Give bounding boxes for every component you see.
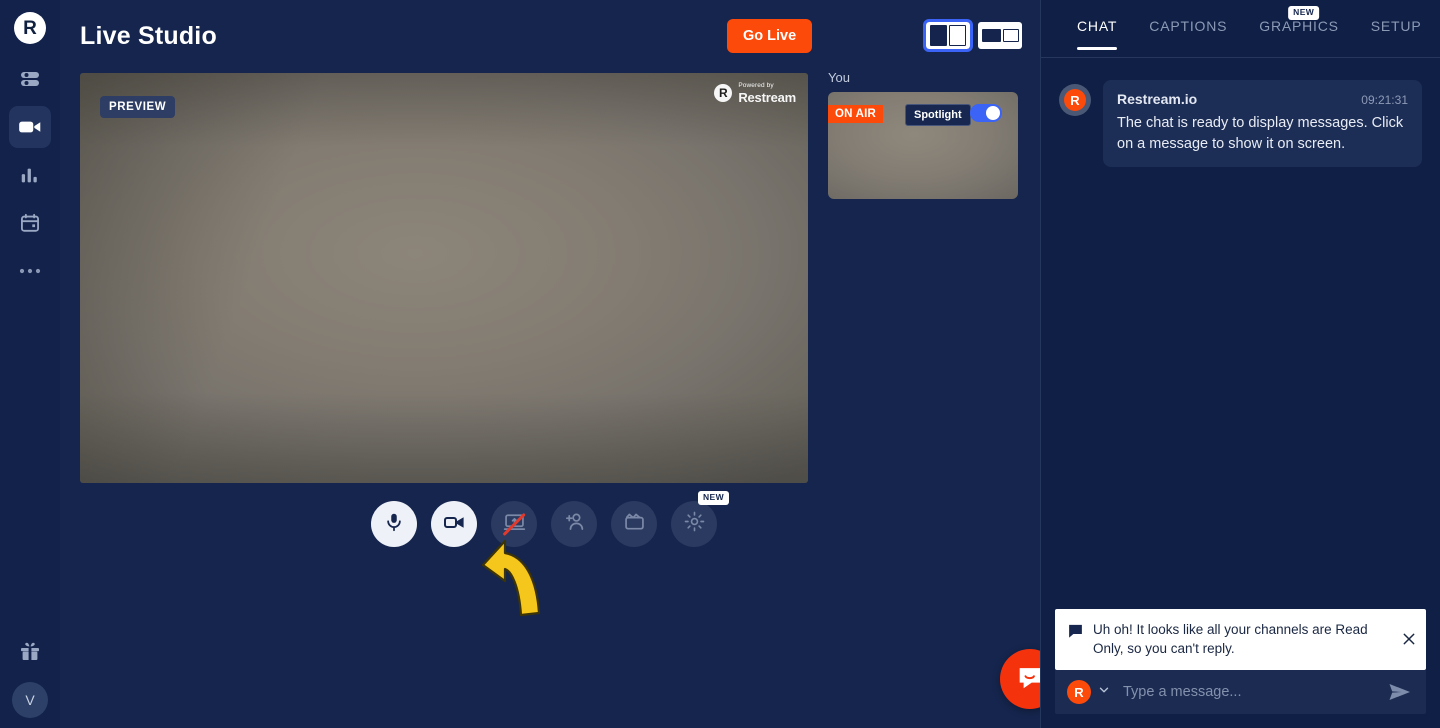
avatar: R	[1059, 84, 1091, 116]
chat-message-timestamp: 09:21:31	[1361, 93, 1408, 107]
chat-footer: Uh oh! It looks like all your channels a…	[1041, 608, 1440, 728]
camera-toggle[interactable]	[431, 501, 477, 547]
chevron-down-icon[interactable]	[1097, 683, 1111, 702]
go-live-wrapper: Go Live	[727, 19, 813, 53]
new-badge: NEW	[1288, 6, 1320, 20]
tab-graphics[interactable]: NEW GRAPHICS	[1243, 6, 1355, 50]
layout-toggle-group	[923, 19, 1022, 52]
settings-button[interactable]: NEW	[671, 491, 729, 547]
layout-split-left-pane	[930, 25, 947, 46]
chat-bubble-icon	[1067, 620, 1084, 644]
studio-controls: NEW	[60, 491, 1028, 547]
read-only-notice-text: Uh oh! It looks like all your channels a…	[1093, 621, 1368, 657]
sliders-icon	[18, 67, 42, 91]
send-icon[interactable]	[1386, 682, 1414, 702]
chat-message[interactable]: R Restream.io 09:21:31 The chat is ready…	[1059, 80, 1422, 168]
clapperboard-icon	[623, 510, 646, 538]
rail-items	[9, 58, 51, 292]
layout-split-right-pane	[949, 25, 966, 46]
chat-message-text: The chat is ready to display messages. C…	[1117, 115, 1404, 152]
tab-graphics-label: GRAPHICS	[1259, 18, 1339, 34]
chat-message-header: Restream.io 09:21:31	[1117, 91, 1408, 107]
screen-share-toggle[interactable]	[491, 501, 537, 547]
intercom-chat-icon	[1015, 662, 1040, 697]
sidebar-item-studio[interactable]	[9, 106, 51, 148]
user-avatar[interactable]: V	[12, 682, 48, 718]
microphone-icon	[383, 511, 405, 538]
sidebar-item-more[interactable]	[9, 250, 51, 292]
spotlight-toggle[interactable]	[970, 104, 1002, 122]
go-live-button[interactable]: Go Live	[727, 19, 813, 53]
left-nav-rail: R V	[0, 0, 60, 728]
page-title: Live Studio	[80, 21, 217, 50]
sidebar-item-scheduler[interactable]	[9, 202, 51, 244]
video-camera-icon	[442, 510, 466, 539]
composer-avatar[interactable]: R	[1067, 680, 1091, 704]
chat-composer: R	[1055, 670, 1426, 714]
ellipsis-icon	[18, 267, 42, 275]
read-only-notice: Uh oh! It looks like all your channels a…	[1055, 608, 1426, 670]
restream-mark-icon: R	[714, 84, 733, 103]
watermark-brand: Restream	[738, 89, 796, 105]
add-media-button[interactable]	[611, 501, 657, 547]
layout-picture-in-picture-button[interactable]	[978, 22, 1022, 49]
gift-icon	[18, 639, 42, 668]
spotlight-label: Spotlight	[905, 104, 971, 126]
bar-chart-icon	[19, 164, 41, 186]
layout-split-vertical-button[interactable]	[923, 19, 973, 52]
watermark-powered-by: Powered by	[738, 82, 774, 89]
participants-label: You	[828, 70, 850, 85]
sidebar-item-dashboard[interactable]	[9, 58, 51, 100]
gear-icon	[683, 510, 706, 538]
chat-panel: CHAT CAPTIONS NEW GRAPHICS SETUP R Restr…	[1040, 0, 1440, 728]
sidebar-item-rewards[interactable]	[9, 632, 51, 674]
message-input[interactable]	[1117, 680, 1380, 704]
on-air-badge: ON AIR	[828, 105, 884, 123]
new-badge: NEW	[697, 491, 729, 505]
live-studio-app: R V Live Studio Go Live PREVIEW R Powere…	[0, 0, 1440, 728]
restream-logo[interactable]: R	[14, 12, 46, 44]
close-icon[interactable]	[1401, 631, 1417, 647]
video-preview[interactable]: PREVIEW R Powered by Restream	[80, 73, 808, 483]
restream-watermark: R Powered by Restream	[714, 82, 796, 105]
watermark-text: Powered by Restream	[738, 82, 796, 105]
studio-header: Live Studio Go Live	[60, 0, 1040, 72]
participants-column: You ON AIR Spotlight	[828, 70, 1020, 199]
tab-captions[interactable]: CAPTIONS	[1133, 18, 1243, 50]
avatar-initial: R	[1064, 89, 1086, 111]
rail-bottom: V	[9, 632, 51, 728]
participant-tile-you[interactable]: ON AIR Spotlight	[828, 92, 1018, 199]
chat-tabs: CHAT CAPTIONS NEW GRAPHICS SETUP	[1041, 0, 1440, 58]
spotlight-toggle-knob	[986, 106, 1000, 120]
sidebar-item-analytics[interactable]	[9, 154, 51, 196]
support-chat-launcher[interactable]	[1000, 649, 1040, 709]
tab-chat[interactable]: CHAT	[1061, 18, 1133, 50]
chat-message-author: Restream.io	[1117, 91, 1198, 107]
calendar-icon	[19, 212, 41, 234]
layout-pip-main-pane	[981, 29, 1001, 42]
layout-pip-side-pane	[1002, 29, 1019, 42]
preview-badge: PREVIEW	[100, 96, 176, 118]
add-person-icon	[563, 510, 586, 538]
tab-setup[interactable]: SETUP	[1355, 18, 1438, 50]
invite-guest-button[interactable]	[551, 501, 597, 547]
chat-message-list: R Restream.io 09:21:31 The chat is ready…	[1041, 58, 1440, 609]
chat-message-bubble[interactable]: Restream.io 09:21:31 The chat is ready t…	[1103, 80, 1422, 168]
video-camera-icon	[17, 114, 43, 140]
studio-area: Live Studio Go Live PREVIEW R Powered by…	[60, 0, 1040, 728]
microphone-toggle[interactable]	[371, 501, 417, 547]
